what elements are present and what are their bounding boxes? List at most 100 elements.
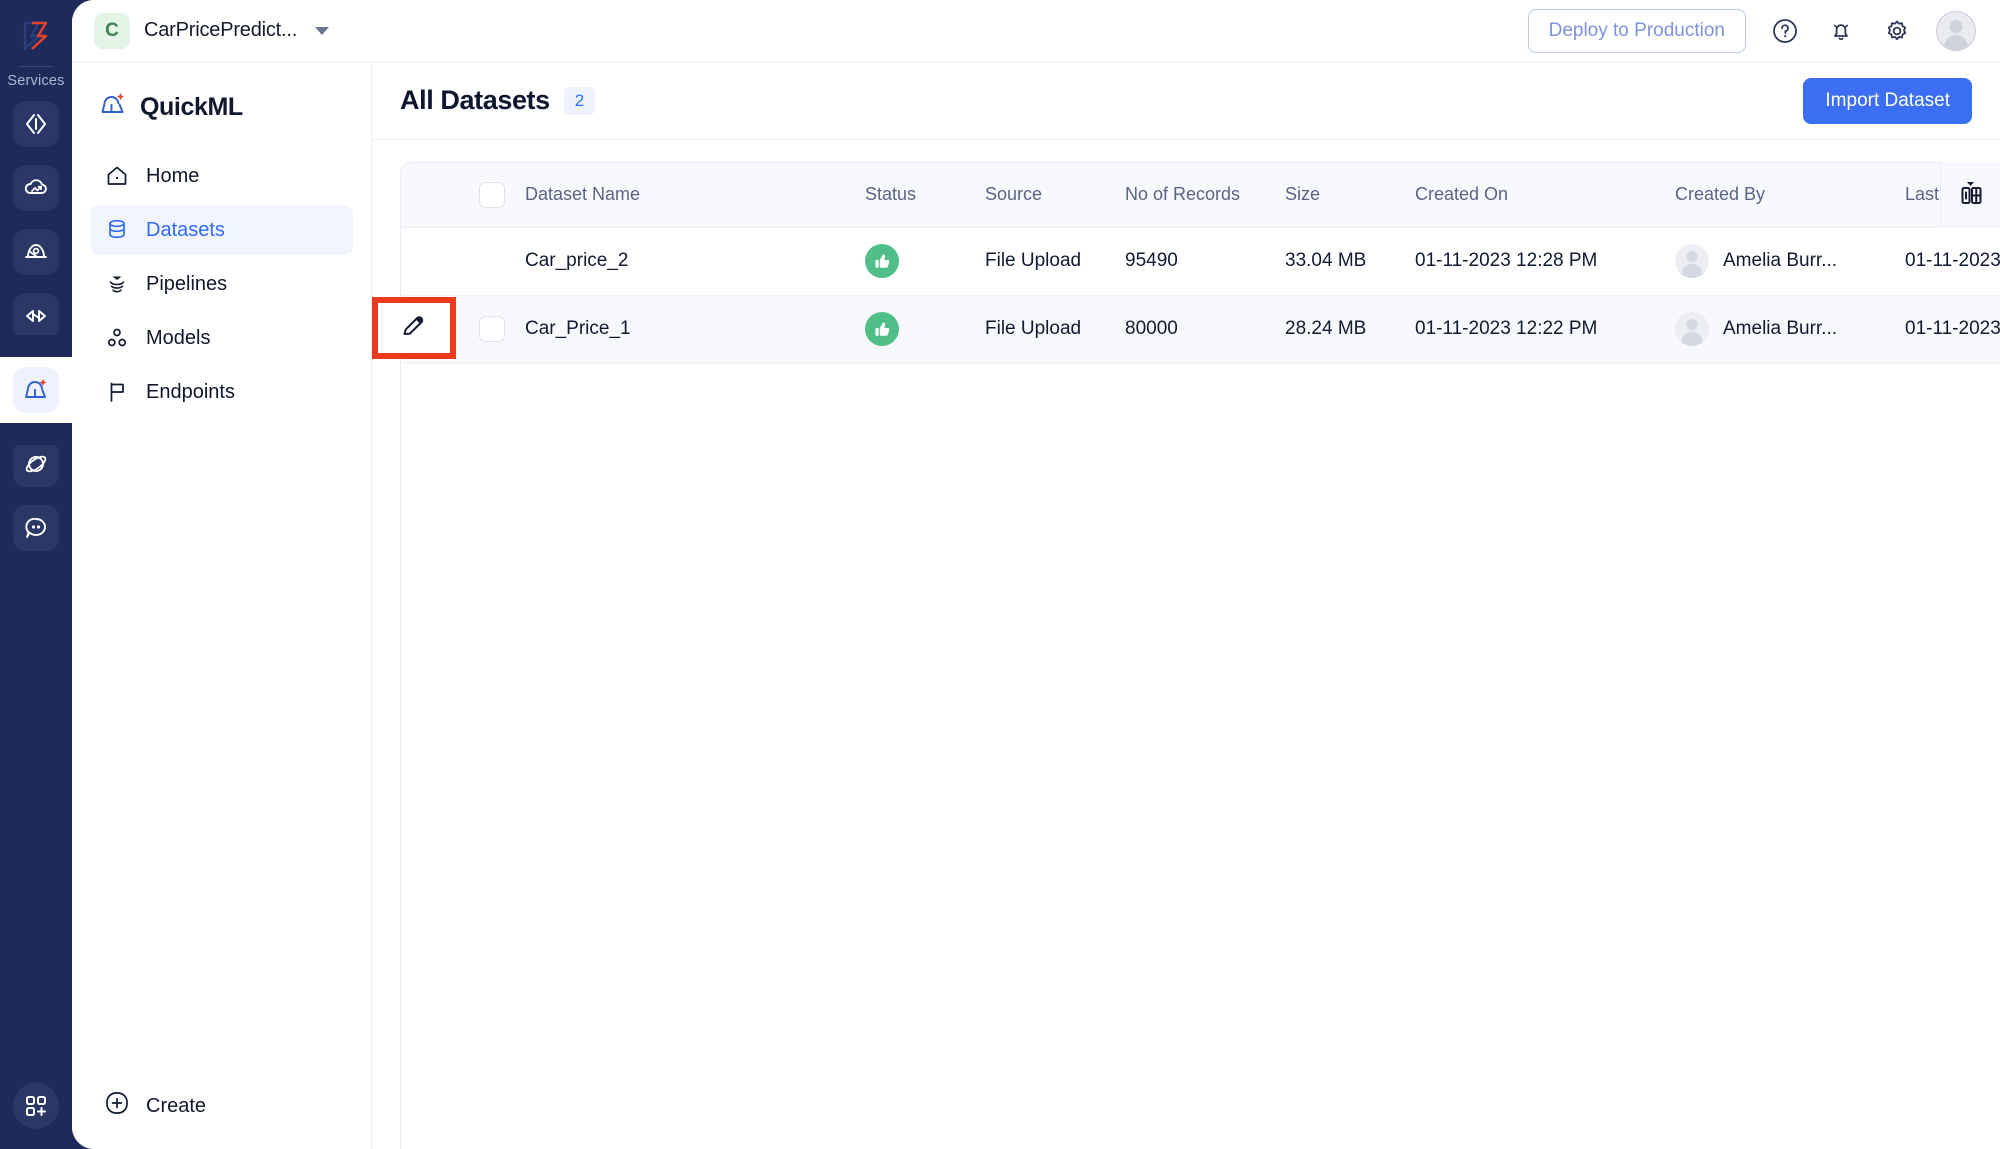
- cell-created-on: 01-11-2023 12:28 PM: [1409, 227, 1669, 296]
- quickml-icon: [13, 367, 59, 413]
- chevron-down-icon: [315, 26, 330, 35]
- models-nodes-icon: [104, 326, 130, 350]
- table-head: Dataset Name Status Source No of Records…: [401, 163, 2000, 228]
- row-edit-cell: [401, 227, 473, 296]
- top-bar: C CarPricePredict... Deploy to Productio…: [72, 0, 2000, 62]
- th-edit: [401, 163, 473, 228]
- page-title: All Datasets: [400, 85, 550, 115]
- avatar: [1675, 244, 1709, 278]
- left-nav: QuickML Home Datasets Pipelines Models E…: [72, 62, 372, 1149]
- project-avatar: C: [94, 12, 130, 49]
- th-created-on[interactable]: Created On: [1409, 163, 1669, 228]
- app-body: QuickML Home Datasets Pipelines Models E…: [72, 62, 2000, 1149]
- brand-label: QuickML: [140, 93, 243, 121]
- service-integrations[interactable]: [13, 293, 59, 339]
- cell-size: 28.24 MB: [1279, 295, 1409, 364]
- cell-dataset-name[interactable]: Car_Price_1: [519, 295, 859, 364]
- th-created-by[interactable]: Created By: [1669, 163, 1899, 228]
- th-source[interactable]: Source: [979, 163, 1119, 228]
- cell-source: File Upload: [979, 227, 1119, 296]
- user-avatar-icon[interactable]: [1936, 10, 1976, 51]
- sidebar-item-label: Models: [146, 326, 211, 349]
- th-no-of-records[interactable]: No of Records: [1119, 163, 1279, 228]
- datasets-table-card: Dataset Name Status Source No of Records…: [400, 162, 2000, 1149]
- plus-circle-icon: [104, 1090, 130, 1122]
- cell-last-updated: 01-11-2023 12:: [1899, 227, 2000, 296]
- sidebar-item-label: Datasets: [146, 218, 225, 241]
- service-quickml[interactable]: [0, 335, 72, 445]
- question-circle-icon[interactable]: [1768, 14, 1802, 48]
- row-checkbox[interactable]: [479, 316, 505, 342]
- th-select-all: [473, 163, 519, 228]
- quickml-icon: [98, 90, 128, 125]
- catalyst-logo-icon[interactable]: [14, 14, 58, 58]
- datasets-table-wrap: Dataset Name Status Source No of Records…: [372, 140, 2000, 1149]
- rail-divider: [19, 66, 53, 67]
- service-bot[interactable]: [13, 505, 59, 551]
- cell-status: [859, 227, 979, 296]
- column-settings-icon[interactable]: [1940, 162, 2000, 226]
- row-edit-cell: [401, 295, 473, 364]
- main-header: All Datasets 2 Import Dataset: [372, 62, 2000, 140]
- sidebar-item-datasets[interactable]: Datasets: [90, 205, 353, 255]
- service-code[interactable]: [13, 101, 59, 147]
- deploy-to-production-button[interactable]: Deploy to Production: [1527, 8, 1746, 53]
- table-body: Car_price_2 File Upload 95490 33.04 MB 0…: [401, 227, 2000, 364]
- cell-records: 95490: [1119, 227, 1279, 296]
- service-data[interactable]: [13, 229, 59, 275]
- created-by-name: Amelia Burr...: [1723, 250, 1838, 271]
- main-content: All Datasets 2 Import Dataset Dataset Na…: [372, 62, 2000, 1149]
- cell-size: 33.04 MB: [1279, 227, 1409, 296]
- bell-icon[interactable]: [1824, 14, 1858, 48]
- database-icon: [104, 218, 130, 242]
- row-select-cell: [473, 295, 519, 364]
- pipeline-icon: [104, 272, 130, 296]
- sidebar-item-home[interactable]: Home: [90, 151, 353, 201]
- project-selector[interactable]: C CarPricePredict...: [94, 12, 330, 49]
- th-status[interactable]: Status: [859, 163, 979, 228]
- services-rail: Services: [0, 0, 72, 1149]
- create-label: Create: [146, 1094, 207, 1117]
- nav-list: Home Datasets Pipelines Models Endpoints: [90, 151, 353, 417]
- quickml-brand: QuickML: [90, 84, 353, 125]
- app-shell: C CarPricePredict... Deploy to Productio…: [72, 0, 2000, 1149]
- import-dataset-button[interactable]: Import Dataset: [1803, 77, 1972, 124]
- table-header-row: Dataset Name Status Source No of Records…: [401, 163, 2000, 228]
- sidebar-item-label: Endpoints: [146, 380, 235, 403]
- cell-status: [859, 295, 979, 364]
- cell-records: 80000: [1119, 295, 1279, 364]
- dataset-count-badge: 2: [563, 86, 596, 115]
- cell-created-by: Amelia Burr...: [1669, 295, 1899, 364]
- cell-dataset-name[interactable]: Car_price_2: [519, 227, 859, 296]
- row-select-cell: [473, 227, 519, 296]
- created-by-name: Amelia Burr...: [1723, 318, 1838, 339]
- table-row[interactable]: Car_Price_1 File Upload 80000 28.24 MB 0…: [401, 295, 2000, 364]
- gear-icon[interactable]: [1880, 14, 1914, 48]
- home-icon: [104, 164, 130, 188]
- cell-last-updated: 01-11-2023 12:: [1899, 295, 2000, 364]
- rail-items: [0, 101, 72, 551]
- datasets-table: Dataset Name Status Source No of Records…: [401, 163, 2000, 364]
- cell-created-on: 01-11-2023 12:22 PM: [1409, 295, 1669, 364]
- select-all-checkbox[interactable]: [479, 181, 505, 208]
- service-orbit[interactable]: [13, 441, 59, 487]
- thumbs-up-icon: [865, 244, 899, 278]
- sidebar-item-pipelines[interactable]: Pipelines: [90, 259, 353, 309]
- apps-grid-plus-icon[interactable]: [13, 1083, 59, 1129]
- cell-created-by: Amelia Burr...: [1669, 227, 1899, 296]
- table-row[interactable]: Car_price_2 File Upload 95490 33.04 MB 0…: [401, 227, 2000, 296]
- create-button[interactable]: Create: [90, 1081, 353, 1131]
- sidebar-item-endpoints[interactable]: Endpoints: [90, 367, 353, 417]
- thumbs-up-icon: [865, 312, 899, 346]
- rail-label: Services: [7, 73, 65, 89]
- sidebar-item-models[interactable]: Models: [90, 313, 353, 363]
- avatar: [1675, 312, 1709, 346]
- cell-source: File Upload: [979, 295, 1119, 364]
- project-name: CarPricePredict...: [144, 19, 298, 41]
- service-cloud[interactable]: [13, 165, 59, 211]
- sidebar-item-label: Pipelines: [146, 272, 228, 295]
- th-dataset-name[interactable]: Dataset Name: [519, 163, 859, 228]
- th-size[interactable]: Size: [1279, 163, 1409, 228]
- flag-icon: [104, 380, 130, 404]
- sidebar-item-label: Home: [146, 164, 200, 187]
